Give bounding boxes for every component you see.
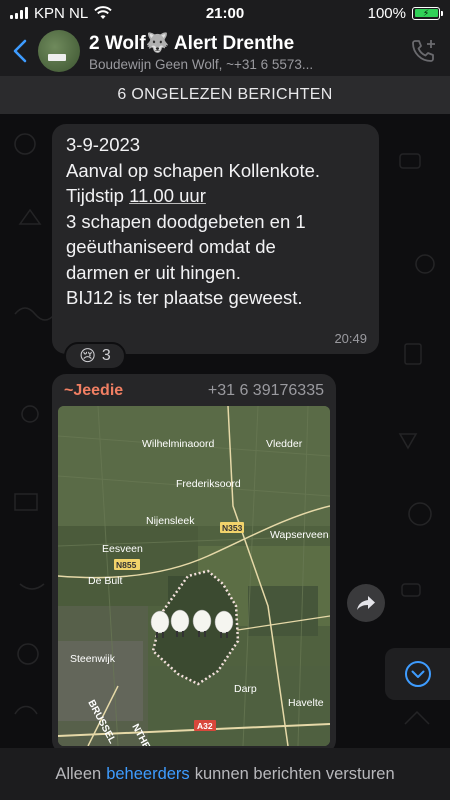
header-text[interactable]: 2 Wolf🐺 Alert Drenthe Boudewijn Geen Wol… [89,31,398,72]
signal-icon [10,7,28,19]
battery-fill: ⚡ [414,8,438,18]
status-time: 21:00 [205,4,245,22]
message-line-bij12: BIJ12 is ter plaatse geweest. [66,287,303,308]
message-line-euthanized: geëuthaniseerd omdat de [66,236,276,257]
time-detected-link[interactable]: 11.00 uur [129,185,206,206]
message-line-time: Tijdstip 11.00 uur [66,183,365,209]
road-label-n855: N855 [116,560,137,570]
map-label-darp: Darp [234,683,257,695]
forward-button[interactable] [347,584,385,622]
map-label-nijensleek: Nijensleek [146,515,195,527]
battery-icon: ⚡ [412,6,443,20]
sender-row: ~Jeedie +31 6 39176335 [58,380,330,406]
add-call-button[interactable] [398,26,450,76]
map-label-vledder: Vledder [266,438,303,450]
group-avatar[interactable] [38,30,80,72]
group-title: 2 Wolf🐺 Alert Drenthe [89,32,295,54]
phone-plus-icon [412,40,435,62]
battery-percentage: 100% [367,4,406,22]
map-label-frederiksoord: Frederiksoord [176,478,241,490]
message-bubble[interactable]: 3-9-2023 Aanval op schapen Kollenkote. T… [52,124,379,354]
chat-area[interactable]: 3-9-2023 Aanval op schapen Kollenkote. T… [0,114,450,748]
share-arrow-icon [357,596,375,610]
message-timestamp: 20:49 [334,331,367,346]
avatar-sign-shape [48,54,66,61]
reaction-count: 3 [101,347,111,364]
message-line-intestines: darmen er uit hingen. [66,261,241,283]
map-label-wilhelminaoord: Wilhelminaoord [142,438,215,450]
message-line-attack: Aanval op schapen Kollenkote. [66,159,321,181]
road-label-n353: N353 [222,523,243,533]
status-left: KPN NL [10,5,160,22]
chat-header: 2 Wolf🐺 Alert Drenthe Boudewijn Geen Wol… [0,26,450,76]
message-line-sheep: 3 schapen doodgebeten en 1 [66,210,306,232]
reaction-badge[interactable]: 😢 3 [64,342,126,370]
map-label-havelte: Havelte [288,697,324,709]
footer-prefix: Alleen [55,764,102,783]
status-bar: KPN NL 21:00 100% ⚡ [0,0,450,26]
chevron-left-icon [13,39,27,63]
carrier-label: KPN NL [34,4,89,22]
road-label-a32: A32 [197,721,213,731]
back-button[interactable] [2,26,38,76]
unread-messages-banner: 6 ONGELEZEN BERICHTEN [0,76,450,114]
admins-link[interactable]: beheerders [106,765,189,784]
chevron-down-circle-icon [404,661,431,687]
message-time-prefix: Tijdstip [66,185,130,206]
scroll-to-bottom-button[interactable] [385,648,450,700]
admins-only-footer: Alleen beheerders kunnen berichten verst… [0,748,450,800]
footer-suffix: kunnen berichten versturen [194,764,395,783]
message-line-date: 3-9-2023 [66,134,141,155]
wifi-icon [94,6,112,19]
sender-name[interactable]: ~Jeedie [64,382,123,400]
sender-phone: +31 6 39176335 [207,382,324,399]
group-members: Boudewijn Geen Wolf, ~+31 6 5573... [89,56,314,72]
map-label-wapserveen: Wapserveen [270,529,329,541]
crying-face-icon: 😢 [79,348,96,365]
map-image[interactable]: Wilhelminaoord Vledder Frederiksoord Nij… [58,406,330,746]
image-message-bubble[interactable]: ~Jeedie +31 6 39176335 Wilhelminaoord Vl… [52,374,336,748]
status-right: 100% ⚡ [290,4,443,22]
map-label-de-bult: De Bult [88,575,123,587]
map-label-steenwijk: Steenwijk [70,653,116,665]
satellite-map: Wilhelminaoord Vledder Frederiksoord Nij… [58,406,330,746]
map-label-eesveen: Eesveen [102,543,143,555]
